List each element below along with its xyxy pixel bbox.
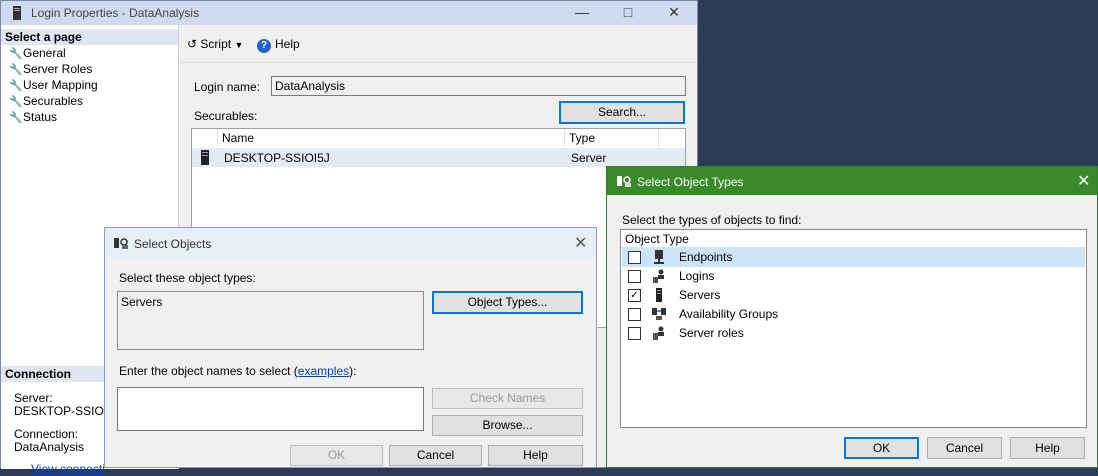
item-label: Servers [679,288,721,302]
browse-button[interactable]: Browse... [432,415,583,436]
help-button[interactable]: Help [1010,437,1085,459]
select-objects-title-bar[interactable]: Select Objects ✕ [105,228,596,258]
checkbox[interactable] [628,308,641,321]
page-item-general[interactable]: 🔧General [9,45,66,61]
page-item-status[interactable]: 🔧Status [9,109,57,125]
page-item-server-roles[interactable]: 🔧Server Roles [9,61,92,77]
server-icon [201,150,209,165]
server-icon [13,6,21,20]
dialog-title: Select Object Types [637,175,744,189]
script-icon: ↺ [187,37,198,51]
view-connection-link[interactable]: View connecti [31,462,105,476]
page-label: Securables [23,94,84,108]
availability-group-icon [652,308,666,320]
wrench-icon: 🔧 [9,64,23,76]
connection-label: Connection: [14,427,79,441]
help-label: Help [275,37,300,51]
table-row[interactable]: DESKTOP-SSIOI5J Server [192,148,685,167]
object-search-icon [114,238,128,249]
check-names-button[interactable]: Check Names [432,388,583,409]
help-icon: ? [257,39,271,53]
object-names-input[interactable] [117,387,424,431]
endpoint-icon [654,250,664,264]
grid-header-icon [192,129,218,147]
page-label: User Mapping [23,78,98,92]
select-object-types-dialog: Select Object Types ✕ Select the types o… [606,166,1098,468]
checkbox[interactable] [628,327,641,340]
toolbar: ↺ Script ▼ ? Help [179,26,697,63]
item-label: Server roles [679,326,744,340]
object-types-label: Select these object types: [119,271,256,285]
enter-names-label: Enter the object names to select (exampl… [119,364,356,378]
server-label: Server: [14,391,53,405]
list-item[interactable]: Endpoints [622,248,1085,267]
object-search-icon [617,176,631,187]
minimize-button[interactable]: — [559,1,605,25]
item-label: Availability Groups [679,307,779,321]
item-label: Logins [679,269,715,283]
help-button[interactable]: ? Help [257,37,300,53]
row-type: Server [571,151,607,165]
object-types-field: Servers [117,291,424,350]
checkbox[interactable]: ✓ [628,289,641,302]
login-icon [653,269,664,283]
login-name-field[interactable]: DataAnalysis [271,76,686,96]
close-icon[interactable]: ✕ [574,233,587,253]
login-name-label: Login name: [194,80,261,94]
help-button[interactable]: Help [488,445,583,466]
page-item-user-mapping[interactable]: 🔧User Mapping [9,77,98,93]
enter-names-prefix: Enter the object names to select ( [119,364,298,378]
script-button[interactable]: ↺ Script ▼ [187,37,243,51]
wrench-icon: 🔧 [9,112,23,124]
wrench-icon: 🔧 [9,96,23,108]
server-icon [656,288,662,302]
close-button[interactable]: ✕ [651,1,697,25]
select-objects-dialog: Select Objects ✕ Select these object typ… [104,227,597,468]
wrench-icon: 🔧 [9,48,23,60]
column-header-object-type[interactable]: Object Type [625,232,689,246]
grid-header-name[interactable]: Name [218,129,565,147]
close-icon[interactable]: ✕ [1077,171,1090,191]
grid-header-type[interactable]: Type [565,129,659,147]
securables-label: Securables: [194,109,258,123]
cancel-button[interactable]: Cancel [927,437,1002,459]
instruction-label: Select the types of objects to find: [622,213,802,227]
item-label: Endpoints [679,250,733,264]
page-label: General [23,46,66,60]
select-page-header: Select a page [1,29,178,45]
list-item[interactable]: ✓ Servers [622,286,1085,305]
select-object-types-title-bar[interactable]: Select Object Types ✕ [607,167,1097,195]
object-types-list: Object Type Endpoints Logins ✓ Servers A… [620,229,1087,428]
search-button[interactable]: Search... [559,101,685,124]
object-types-button[interactable]: Object Types... [432,291,583,314]
connection-value: DataAnalysis [14,440,85,454]
cancel-button[interactable]: Cancel [389,445,482,466]
window-title: Login Properties - DataAnalysis [31,6,200,20]
ok-button[interactable]: OK [290,445,383,466]
dialog-title: Select Objects [134,237,212,251]
enter-names-suffix: ): [349,364,357,378]
examples-link[interactable]: examples [298,364,349,378]
wrench-icon: 🔧 [9,80,23,92]
list-item[interactable]: Server roles [622,324,1085,343]
page-label: Server Roles [23,62,93,76]
ok-button[interactable]: OK [844,437,919,459]
page-item-securables[interactable]: 🔧Securables [9,93,83,109]
row-name: DESKTOP-SSIOI5J [224,151,330,165]
checkbox[interactable] [628,270,641,283]
list-item[interactable]: Availability Groups [622,305,1085,324]
list-item[interactable]: Logins [622,267,1085,286]
title-bar[interactable]: Login Properties - DataAnalysis — □ ✕ [1,1,697,25]
maximize-button[interactable]: □ [605,1,651,25]
chevron-down-icon: ▼ [234,40,244,50]
server-role-icon [653,326,664,340]
script-label: Script [200,37,232,51]
page-label: Status [23,110,58,124]
checkbox[interactable] [628,251,641,264]
